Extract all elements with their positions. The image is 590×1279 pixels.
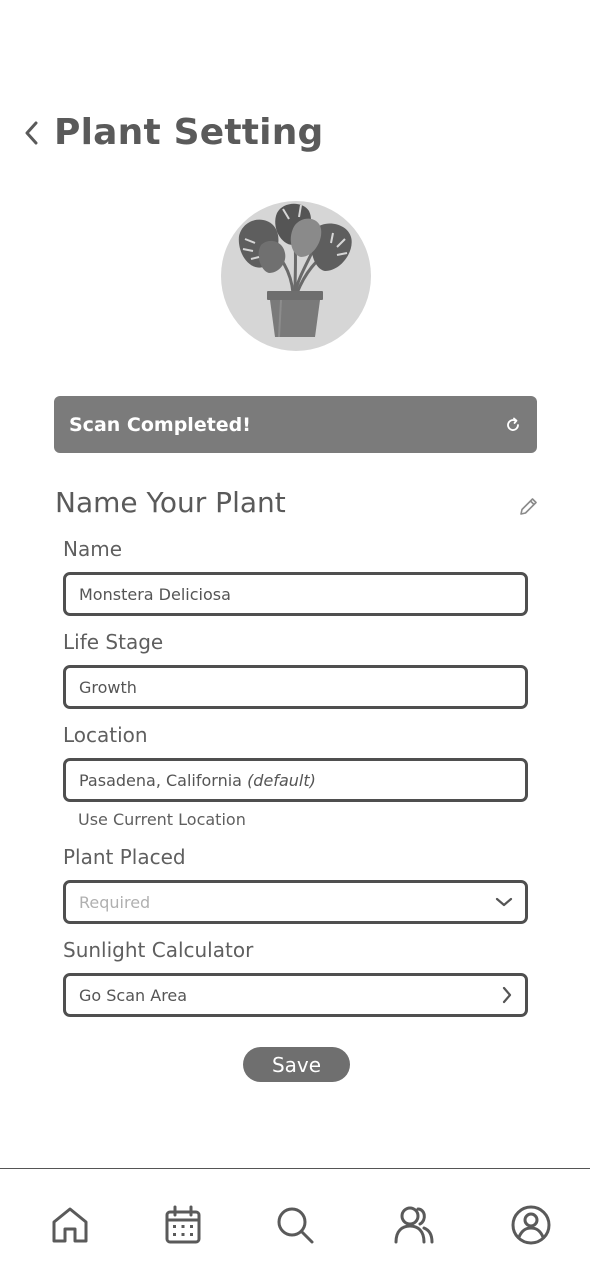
name-value: Monstera Deliciosa [79, 584, 231, 604]
plant-avatar [221, 201, 371, 351]
refresh-icon [507, 417, 519, 431]
life-stage-label: Life Stage [63, 630, 164, 654]
potted-plant-icon [221, 201, 371, 351]
nav-community[interactable] [393, 1204, 435, 1246]
location-value-wrap: Pasadena, California (default) [79, 771, 316, 790]
chevron-down-icon [495, 897, 513, 907]
sunlight-label: Sunlight Calculator [63, 938, 254, 962]
name-label: Name [63, 537, 123, 561]
nav-calendar[interactable] [162, 1204, 204, 1246]
header: Plant Setting [24, 112, 324, 153]
section-title: Name Your Plant [55, 486, 286, 519]
name-field[interactable]: Monstera Deliciosa [63, 572, 528, 616]
use-current-location-link[interactable]: Use Current Location [78, 810, 246, 829]
back-button[interactable] [24, 113, 46, 153]
sunlight-value: Go Scan Area [79, 985, 188, 1005]
life-stage-value: Growth [79, 677, 137, 697]
plant-placed-select[interactable]: Required [63, 880, 528, 924]
sunlight-calculator-field[interactable]: Go Scan Area [63, 973, 528, 1017]
plant-placed-placeholder: Required [79, 892, 151, 912]
page-title: Plant Setting [54, 112, 324, 153]
chevron-right-icon [502, 986, 512, 1004]
nav-profile[interactable] [510, 1204, 552, 1246]
calendar-icon [165, 1205, 201, 1244]
life-stage-field[interactable]: Growth [63, 665, 528, 709]
edit-button[interactable] [517, 496, 539, 518]
nav-search[interactable] [274, 1204, 316, 1246]
location-value: Pasadena, California [79, 770, 242, 790]
location-default-tag: (default) [247, 770, 316, 790]
save-button[interactable]: Save [243, 1047, 350, 1082]
scan-status-banner: Scan Completed! [54, 396, 537, 453]
location-label: Location [63, 723, 148, 747]
pencil-icon [520, 498, 537, 515]
bottom-nav [0, 1168, 590, 1279]
search-icon [277, 1207, 314, 1244]
chevron-left-icon [25, 121, 38, 144]
scan-status-text: Scan Completed! [69, 413, 251, 436]
profile-icon [511, 1205, 551, 1245]
location-field[interactable]: Pasadena, California (default) [63, 758, 528, 802]
nav-home[interactable] [49, 1204, 91, 1246]
rescan-button[interactable] [503, 415, 523, 435]
community-icon [394, 1206, 434, 1244]
plant-placed-label: Plant Placed [63, 845, 186, 869]
home-icon [52, 1207, 88, 1243]
